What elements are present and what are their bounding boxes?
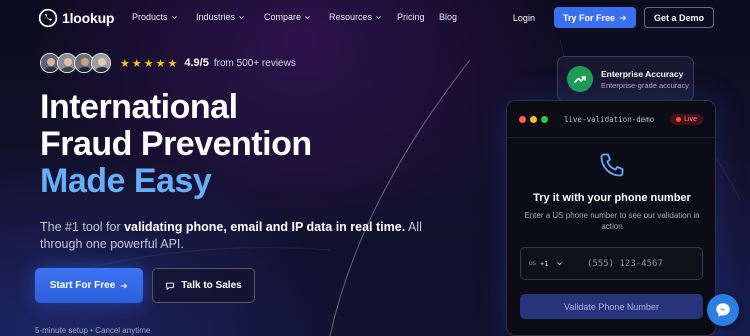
chat-widget-button[interactable] xyxy=(707,294,739,326)
badge-text: Enterprise Accuracy Enterprise-grade acc… xyxy=(601,69,689,90)
try-for-free-button[interactable]: Try For Free xyxy=(553,7,636,28)
nav-compare-label: Compare xyxy=(264,12,302,22)
logo[interactable]: 1lookup xyxy=(38,8,114,28)
trend-up-icon xyxy=(567,66,593,92)
try-for-free-label: Try For Free xyxy=(562,12,615,23)
login-link[interactable]: Login xyxy=(513,13,535,23)
chevron-down-icon xyxy=(376,15,381,19)
badge-subtitle: Enterprise-grade accuracy xyxy=(601,80,689,90)
arrow-right-icon xyxy=(121,283,128,288)
nav-products[interactable]: Products xyxy=(132,12,196,22)
badge-title: Enterprise Accuracy xyxy=(601,68,684,79)
nav-industries[interactable]: Industries xyxy=(196,12,264,22)
country-flag: us xyxy=(529,260,536,267)
logo-text: 1lookup xyxy=(62,10,115,26)
phone-number-field: us +1 xyxy=(520,247,703,280)
validate-phone-button[interactable]: Validate Phone Number xyxy=(520,294,703,319)
rating-row: ★ ★ ★ ★ ★ 4.9/5 from 500+ reviews xyxy=(40,53,296,73)
nav-resources-label: Resources xyxy=(329,12,373,22)
window-maximize-dot xyxy=(541,115,548,123)
top-nav: 1lookup Products Industries Compare Reso… xyxy=(0,0,750,36)
star-icon: ★ xyxy=(131,57,142,70)
live-badge: Live xyxy=(670,113,703,125)
hero-headline: International Fraud Prevention Made Easy xyxy=(40,89,312,200)
phone-number-input[interactable] xyxy=(573,248,702,279)
window-close-dot xyxy=(519,115,526,123)
star-rating: ★ ★ ★ ★ ★ xyxy=(120,57,177,70)
phone-icon xyxy=(600,153,624,177)
start-for-free-button[interactable]: Start For Free xyxy=(35,268,143,303)
nav-resources[interactable]: Resources xyxy=(329,12,397,22)
validate-phone-label: Validate Phone Number xyxy=(564,301,659,312)
star-icon: ★ xyxy=(155,57,166,70)
review-count: from 500+ reviews xyxy=(213,57,296,69)
window-minimize-dot xyxy=(530,115,537,123)
headline-line-2: Fraud Prevention xyxy=(40,125,312,163)
star-icon: ★ xyxy=(167,57,178,70)
enterprise-accuracy-badge: Enterprise Accuracy Enterprise-grade acc… xyxy=(557,56,694,102)
nav-compare[interactable]: Compare xyxy=(264,12,329,22)
subtitle-bold: validating phone, email and IP data in r… xyxy=(124,220,406,234)
demo-description: Enter a US phone number to see our valid… xyxy=(524,211,700,231)
live-dot xyxy=(676,116,682,122)
nav-pricing-label: Pricing xyxy=(397,12,425,22)
chevron-down-icon xyxy=(305,15,310,19)
demo-window-title: live-validation-demo xyxy=(564,114,655,124)
nav-actions: Login Try For Free Get a Demo xyxy=(513,7,714,28)
nav-links: Products Industries Compare Resources Pr… xyxy=(132,12,457,22)
nav-pricing[interactable]: Pricing xyxy=(397,12,439,22)
nav-industries-label: Industries xyxy=(196,12,236,22)
nav-products-label: Products xyxy=(132,12,168,22)
subtitle-prefix: The #1 tool for xyxy=(40,220,125,234)
rating-score: 4.9/5 xyxy=(184,57,209,69)
get-a-demo-label: Get a Demo xyxy=(653,12,704,23)
chevron-down-icon xyxy=(171,15,177,19)
live-label: Live xyxy=(684,115,697,123)
live-demo-card: live-validation-demo Live Try it with yo… xyxy=(506,100,716,336)
headline-line-1: International xyxy=(40,88,238,126)
nav-blog-label: Blog xyxy=(439,12,458,22)
start-for-free-label: Start For Free xyxy=(49,280,116,291)
country-code-select[interactable]: us +1 xyxy=(521,259,573,268)
nav-blog[interactable]: Blog xyxy=(439,12,457,22)
star-icon: ★ xyxy=(143,57,154,70)
chevron-down-icon xyxy=(239,15,244,19)
talk-to-sales-button[interactable]: Talk to Sales xyxy=(152,268,255,303)
avatar xyxy=(91,53,111,73)
demo-window-header: live-validation-demo Live xyxy=(507,101,715,138)
star-icon: ★ xyxy=(120,57,130,70)
chat-bubble-icon xyxy=(166,282,175,290)
headline-line-3: Made Easy xyxy=(40,162,212,200)
phone-logo-icon xyxy=(38,8,58,28)
hero-subtitle: The #1 tool for validating phone, email … xyxy=(40,219,440,253)
setup-note: 5-minute setup • Cancel anytime xyxy=(35,326,151,335)
reviewer-avatars xyxy=(40,53,111,73)
chevron-down-icon xyxy=(557,262,563,266)
talk-to-sales-label: Talk to Sales xyxy=(181,280,242,291)
arrow-right-icon xyxy=(619,15,627,20)
country-code: +1 xyxy=(539,259,549,268)
messenger-icon xyxy=(716,303,730,317)
get-a-demo-button[interactable]: Get a Demo xyxy=(643,7,714,28)
demo-heading: Try it with your phone number xyxy=(533,192,691,204)
